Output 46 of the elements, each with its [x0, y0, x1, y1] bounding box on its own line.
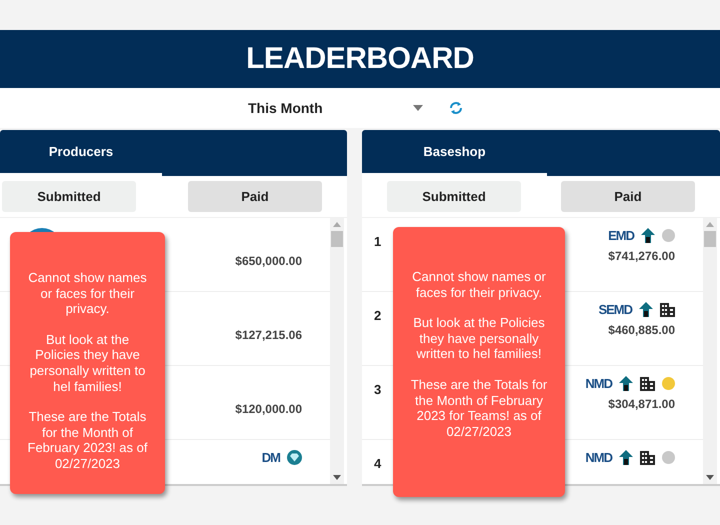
up-arrow-icon [619, 376, 633, 391]
scroll-down-icon[interactable] [706, 475, 714, 480]
rank-logo: EMD [608, 228, 634, 243]
filter-toggle[interactable]: Paid [188, 181, 322, 212]
filter-toggle[interactable]: Submitted [2, 181, 136, 212]
period-dropdown[interactable]: This Month [248, 100, 423, 116]
scrollbar[interactable] [330, 218, 344, 484]
scroll-up-icon[interactable] [706, 222, 714, 227]
amount-text: $460,885.00 [608, 323, 675, 337]
page-title: LEADERBOARD [246, 42, 474, 76]
note-text: Cannot show names or faces for their privacy. [27, 270, 148, 317]
refresh-icon[interactable] [448, 101, 463, 115]
panel-tab[interactable]: Baseshop [362, 130, 547, 176]
scroll-thumb[interactable] [331, 231, 343, 247]
rank-logo: NMD [585, 376, 612, 391]
note-text: These are the Totals for the Month of February 2023! as of 02/27/2023 [26, 409, 148, 472]
scroll-down-icon[interactable] [333, 475, 341, 480]
note-text: These are the Totals for the Month of February 2023 for Teams! as of 02/27/2023 [410, 376, 548, 440]
amount-text: $120,000.00 [235, 402, 302, 416]
rank-number: 4 [374, 456, 382, 471]
note-text: But look at the Policies they have personally written to hel families! [28, 332, 146, 394]
panel-tab[interactable]: Producers [0, 130, 162, 176]
filter-toggle[interactable]: Paid [561, 181, 695, 212]
up-arrow-icon [639, 302, 653, 317]
building-icon [640, 376, 655, 390]
up-arrow-icon [619, 450, 633, 465]
scroll-up-icon[interactable] [333, 222, 341, 227]
note-text: Cannot show names or faces for their privacy. [411, 269, 547, 300]
rank-number: 3 [374, 382, 382, 397]
amount-text: $741,276.00 [608, 249, 675, 263]
rank-number: 1 [374, 234, 382, 249]
rank-logo: SEMD [598, 302, 632, 317]
scroll-thumb[interactable] [704, 231, 716, 247]
note-text: But look at the Policies they have personally written to hel families! [412, 315, 546, 362]
amount-text: $650,000.00 [235, 254, 302, 268]
caret-icon [412, 105, 423, 111]
rank-logo: NMD [585, 450, 612, 465]
amount-text: $304,871.00 [608, 397, 675, 411]
rank-logo: DM [262, 450, 280, 465]
rank-number: 2 [374, 308, 382, 323]
building-icon [660, 302, 675, 316]
filter-toggle[interactable]: Submitted [387, 181, 521, 212]
scrollbar[interactable] [703, 218, 717, 484]
up-arrow-icon [641, 228, 655, 243]
building-icon [640, 450, 655, 464]
amount-text: $127,215.06 [235, 328, 302, 342]
